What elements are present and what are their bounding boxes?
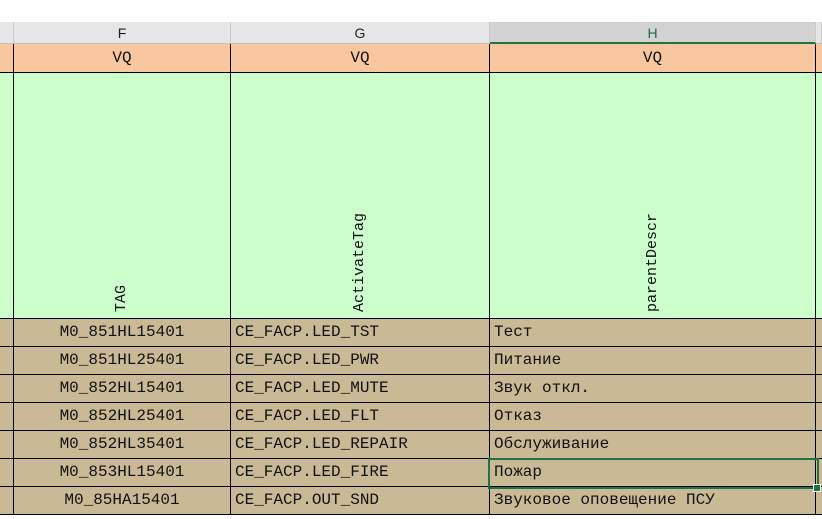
column-header-g[interactable]: G <box>231 22 490 44</box>
cell-h-row-2[interactable]: Питание <box>490 347 816 375</box>
cell-g-row-1[interactable]: CE_FACP.LED_TST <box>231 319 490 347</box>
cell-e-row-1[interactable] <box>0 319 14 347</box>
cell-f-header[interactable]: TAG <box>14 73 231 319</box>
cell-g-row-3[interactable]: CE_FACP.LED_MUTE <box>231 375 490 403</box>
cell-e-header[interactable] <box>0 73 14 319</box>
cell-e-row-6[interactable] <box>0 459 14 487</box>
column-header-f[interactable]: F <box>14 22 231 44</box>
cell-f-row-3[interactable]: M0_852HL15401 <box>14 375 231 403</box>
cell-i-header[interactable] <box>816 73 822 319</box>
cell-i-row-1[interactable] <box>816 319 822 347</box>
cell-h-row-4[interactable]: Отказ <box>490 403 816 431</box>
cell-h-vq[interactable]: VQ <box>490 44 816 73</box>
fill-handle[interactable] <box>813 484 821 492</box>
column-header-e[interactable] <box>0 22 14 44</box>
cell-e-row-5[interactable] <box>0 431 14 459</box>
header-label-activatetag: ActivateTag <box>351 212 368 312</box>
cell-f-row-1[interactable]: M0_851HL15401 <box>14 319 231 347</box>
cell-i-vq[interactable] <box>816 44 822 73</box>
header-label-parentdescr: parentDescr <box>643 212 661 312</box>
cell-g-row-6[interactable]: CE_FACP.LED_FIRE <box>231 459 490 487</box>
cell-g-row-4[interactable]: CE_FACP.LED_FLT <box>231 403 490 431</box>
cell-f-row-2[interactable]: M0_851HL25401 <box>14 347 231 375</box>
cell-f-vq[interactable]: VQ <box>14 44 231 73</box>
cell-e-row-3[interactable] <box>0 375 14 403</box>
cell-h-row-7[interactable]: Звуковое оповещение ПСУ <box>490 487 816 515</box>
column-header-i[interactable] <box>816 22 822 44</box>
cell-i-row-5[interactable] <box>816 431 822 459</box>
cell-f-row-6[interactable]: M0_853HL15401 <box>14 459 231 487</box>
cell-e-row-7[interactable] <box>0 487 14 515</box>
cell-e-row-2[interactable] <box>0 347 14 375</box>
cell-e-vq[interactable] <box>0 44 14 73</box>
cell-f-row-7[interactable]: M0_85HA15401 <box>14 487 231 515</box>
cell-e-row-4[interactable] <box>0 403 14 431</box>
toolbar-area <box>0 0 822 22</box>
cell-i-row-2[interactable] <box>816 347 822 375</box>
cell-f-row-4[interactable]: M0_852HL25401 <box>14 403 231 431</box>
cell-h-row-1[interactable]: Тест <box>490 319 816 347</box>
cell-g-header[interactable]: ActivateTag <box>231 73 490 319</box>
cell-i-row-4[interactable] <box>816 403 822 431</box>
cell-i-row-6[interactable] <box>816 459 822 487</box>
cell-h-row-5[interactable]: Обслуживание <box>490 431 816 459</box>
cell-g-row-2[interactable]: CE_FACP.LED_PWR <box>231 347 490 375</box>
cell-h-header[interactable]: parentDescr <box>490 73 816 319</box>
cell-g-vq[interactable]: VQ <box>231 44 490 73</box>
cell-g-row-7[interactable]: CE_FACP.OUT_SND <box>231 487 490 515</box>
cell-i-row-3[interactable] <box>816 375 822 403</box>
column-header-h[interactable]: H <box>490 22 816 44</box>
cell-h-row-3[interactable]: Звук откл. <box>490 375 816 403</box>
cell-f-row-5[interactable]: M0_852HL35401 <box>14 431 231 459</box>
cell-g-row-5[interactable]: CE_FACP.LED_REPAIR <box>231 431 490 459</box>
header-label-tag: TAG <box>113 284 130 312</box>
cell-h-row-6[interactable]: Пожар <box>490 459 816 487</box>
